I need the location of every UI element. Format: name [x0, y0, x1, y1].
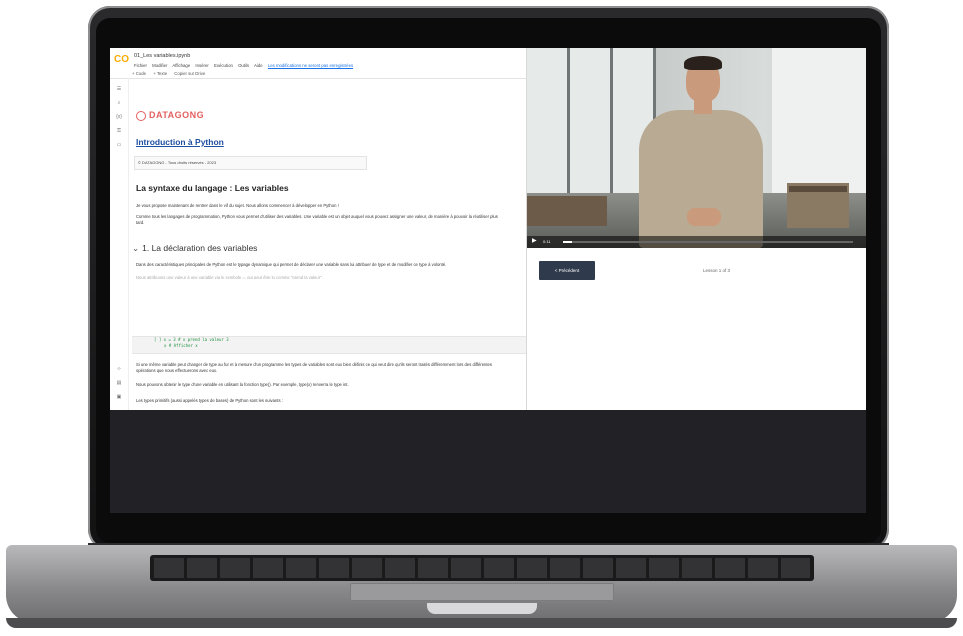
video-time: 0:11 [543, 239, 551, 244]
syntax-heading: La syntaxe du langage : Les variables [136, 183, 289, 193]
terminal-icon[interactable]: ▤ [114, 380, 124, 387]
key-icon[interactable]: ⚿ [114, 128, 124, 135]
video-controls: ▶ 0:11 [527, 236, 866, 248]
video-player[interactable]: ▶ 0:11 [527, 48, 866, 248]
search-icon[interactable]: ⌕ [114, 100, 124, 107]
menu-item-edit[interactable]: Modifier [152, 63, 167, 68]
background-wall [772, 48, 866, 193]
background-window [527, 48, 570, 193]
menu-item-insert[interactable]: Insérer [195, 63, 208, 68]
colab-notebook: CO 01_Les variables.ipynb Fichier Modifi… [110, 48, 532, 415]
variables-icon[interactable]: {x} [114, 114, 124, 121]
paragraph-type-function: Nous pouvons obtenir le type d'une varia… [136, 382, 349, 387]
section-heading-declaration[interactable]: ⌄ 1. La déclaration des variables [132, 243, 257, 254]
code-line[interactable]: x # Afficher x [164, 343, 198, 348]
play-icon[interactable]: ▶ [532, 237, 537, 244]
lesson-counter: Lesson 1 of 3 [703, 268, 731, 273]
lid-notch [427, 603, 537, 614]
menu-item-tools[interactable]: Outils [238, 63, 249, 68]
menu-item-runtime[interactable]: Exécution [214, 63, 233, 68]
trackpad [350, 583, 614, 601]
add-text-button[interactable]: + Texte [153, 71, 167, 76]
menu-bar: Fichier Modifier Affichage Insérer Exécu… [134, 63, 357, 68]
background-shelf [789, 186, 847, 192]
video-progress-bar[interactable] [563, 241, 853, 243]
add-code-button[interactable]: + Code [132, 71, 146, 76]
paragraph-types: Si une même variable peut changer de typ… [136, 362, 492, 373]
datagong-logo: DATAGONG [136, 110, 204, 121]
menu-item-file[interactable]: Fichier [134, 63, 147, 68]
menu-icon[interactable]: ☰ [114, 86, 124, 93]
laptop-base-lip [6, 618, 957, 628]
copyright-box: © DATAGONG - Tous droits réservés - 2023 [134, 156, 367, 170]
colab-header: CO 01_Les variables.ipynb Fichier Modifi… [110, 48, 527, 79]
video-progress-fill [563, 241, 572, 243]
chevron-down-icon[interactable]: ⌄ [132, 243, 139, 253]
paragraph-intro: Je vous propose maintenant de rentrer da… [136, 203, 339, 208]
paragraph-typing: Dans des caractéristiques principales de… [136, 262, 447, 267]
notebook-content: DATAGONG Introduction à Python © DATAGON… [132, 80, 532, 415]
laptop-screen: CO 01_Les variables.ipynb Fichier Modifi… [110, 48, 866, 513]
colab-logo[interactable]: CO [114, 54, 129, 65]
code-icon[interactable]: ‹› [114, 366, 124, 373]
keyboard-keys [154, 558, 810, 578]
background-window [570, 48, 613, 193]
section-heading-text: 1. La déclaration des variables [142, 243, 258, 253]
unsaved-changes-link[interactable]: Les modifications ne seront pas enregist… [268, 63, 353, 68]
background-desk [527, 196, 607, 226]
colab-sidebar: ☰ ⌕ {x} ⚿ ▭ ‹› ▤ ▣ [110, 78, 129, 410]
copy-to-drive-button[interactable]: Copier sur Drive [174, 71, 205, 76]
paragraph-variables: Comme tous les langages de programmation… [136, 214, 498, 225]
notebook-toolbar: + Code + Texte Copier sur Drive [132, 71, 211, 76]
paragraph-primitive-types: Les types primitifs (aussi appelés types… [136, 398, 283, 403]
presenter-hands [687, 208, 721, 226]
presenter-body [639, 110, 763, 248]
screen-lower-area [110, 410, 866, 513]
presenter-hair [684, 56, 722, 70]
menu-item-view[interactable]: Affichage [172, 63, 190, 68]
right-pane-blank [527, 293, 866, 410]
intro-heading: Introduction à Python [136, 137, 224, 147]
brand-name: DATAGONG [149, 110, 205, 120]
lesson-navigation: < Précédent Lesson 1 of 3 [527, 248, 866, 293]
notebook-title[interactable]: 01_Les variables.ipynb [134, 53, 190, 59]
paragraph-assignment: Nous attribuons une valeur à une variabl… [136, 275, 323, 279]
folder-icon[interactable]: ▭ [114, 142, 124, 149]
menu-item-help[interactable]: Aide [254, 63, 263, 68]
console-icon[interactable]: ▣ [114, 394, 124, 401]
previous-button[interactable]: < Précédent [539, 261, 595, 280]
code-line[interactable]: [ ] x = 3 # x prend la valeur 3 [154, 337, 229, 342]
datagong-logo-icon [136, 110, 146, 121]
